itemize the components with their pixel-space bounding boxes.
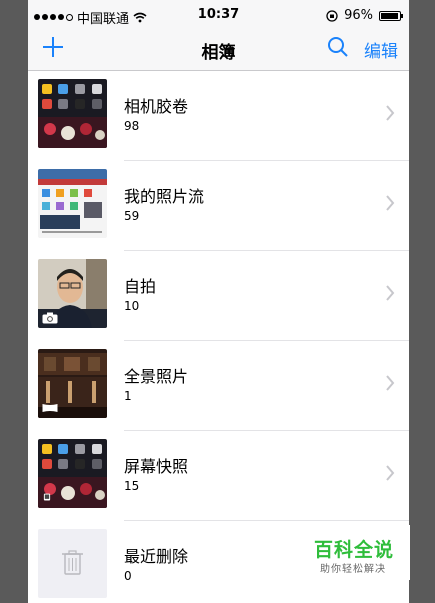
album-count: 1 — [124, 389, 132, 403]
album-thumbnail — [38, 349, 107, 418]
chevron-right-icon — [386, 195, 395, 211]
orientation-lock-icon — [326, 9, 338, 22]
navigation-bar: 相簿 编辑 — [28, 32, 409, 70]
album-name: 自拍 — [124, 277, 157, 296]
album-row-screenshots[interactable]: 屏幕快照 15 — [28, 431, 409, 521]
album-row-camera-roll[interactable]: 相机胶卷 98 — [28, 71, 409, 161]
status-right: 96% — [326, 8, 403, 23]
search-icon[interactable] — [326, 34, 350, 60]
watermark: 百科全说 助你轻松解决 — [302, 525, 410, 580]
album-list: 相机胶卷 98 我的照片流 59 自拍 10 全景照片 1 屏幕快照 15 最近… — [28, 71, 409, 603]
trash-icon — [62, 550, 83, 575]
edit-button[interactable]: 编辑 — [364, 37, 398, 62]
watermark-logo-text: 百科全说 — [314, 539, 395, 561]
panorama-icon — [42, 404, 58, 412]
album-count: 0 — [124, 569, 132, 583]
album-name: 屏幕快照 — [124, 457, 189, 476]
chevron-right-icon — [386, 285, 395, 301]
album-name: 全景照片 — [124, 367, 189, 386]
chevron-right-icon — [386, 375, 395, 391]
album-count: 98 — [124, 119, 140, 133]
album-thumbnail — [38, 529, 107, 598]
album-count: 10 — [124, 299, 140, 313]
battery-fill — [381, 12, 399, 19]
album-count: 59 — [124, 209, 140, 223]
chevron-right-icon — [386, 465, 395, 481]
battery-percent: 96% — [344, 8, 373, 23]
album-name: 最近删除 — [124, 547, 189, 566]
album-row-panoramas[interactable]: 全景照片 1 — [28, 341, 409, 431]
album-row-selfies[interactable]: 自拍 10 — [28, 251, 409, 341]
top-bar: 中国联通 10:37 96% 相簿 编辑 — [28, 0, 409, 71]
album-thumbnail — [38, 259, 107, 328]
chevron-right-icon — [386, 105, 395, 121]
page-title: 相簿 — [201, 43, 236, 63]
battery-icon — [379, 10, 403, 21]
album-thumbnail — [38, 439, 107, 508]
album-thumbnail — [38, 79, 107, 148]
phone-screen: 中国联通 10:37 96% 相簿 编辑 相机胶卷 98 我的照片流 59 自拍… — [28, 0, 409, 603]
album-row-my-photo-stream[interactable]: 我的照片流 59 — [28, 161, 409, 251]
album-count: 15 — [124, 479, 140, 493]
screenshot-icon — [43, 493, 51, 501]
album-thumbnail — [38, 169, 107, 238]
camera-rotate-icon — [42, 312, 58, 324]
album-name: 相机胶卷 — [124, 97, 189, 116]
status-bar: 中国联通 10:37 96% — [28, 0, 409, 32]
album-name: 我的照片流 — [124, 187, 205, 206]
watermark-slogan: 助你轻松解决 — [320, 564, 386, 575]
